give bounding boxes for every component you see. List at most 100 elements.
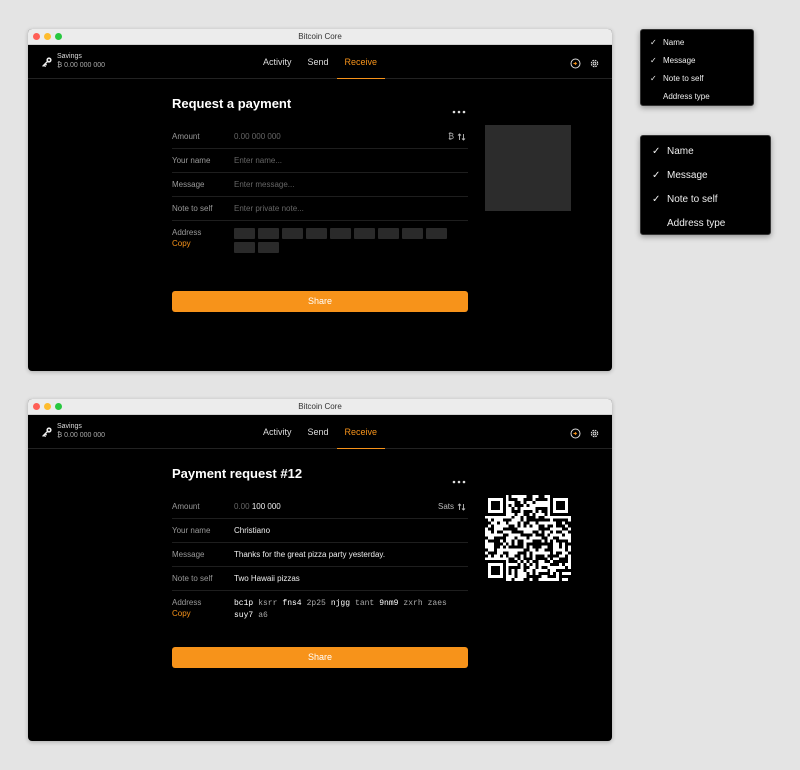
amount-label: Amount xyxy=(172,502,200,511)
window-title: Bitcoin Core xyxy=(298,32,342,41)
address-chunk: fns4 xyxy=(282,599,302,608)
tab-receive[interactable]: Receive xyxy=(336,45,386,79)
share-button[interactable]: Share xyxy=(172,291,468,312)
gear-icon[interactable] xyxy=(589,56,600,68)
copy-button[interactable]: Copy xyxy=(172,609,234,618)
address-chunk: a6 xyxy=(258,611,268,620)
menu-item-label: Message xyxy=(667,169,708,181)
navbar: Savings ₿ 0.00 000 000 Activity Send Rec… xyxy=(28,45,612,79)
menu-item-note-to-self[interactable]: ✓ Note to self xyxy=(641,187,770,211)
message-label: Message xyxy=(172,180,205,189)
window-payment-request: Bitcoin Core Savings ₿ 0.00 000 000 Acti… xyxy=(28,399,612,741)
address-label: Address xyxy=(172,598,202,607)
amount-value[interactable]: 0.00 100 000 xyxy=(234,502,468,511)
checkmark-icon: ✓ xyxy=(652,193,661,205)
address-block xyxy=(402,228,423,239)
message-input[interactable]: Enter message... xyxy=(234,180,468,189)
payment-request-details: Amount 0.00 100 000 Sats Your name Chris… xyxy=(172,495,468,622)
address-block xyxy=(258,242,279,253)
menu-item-note-to-self[interactable]: ✓ Note to self xyxy=(641,69,753,87)
checkmark-icon: ✓ xyxy=(652,169,661,181)
name-row: Your name Enter name... xyxy=(172,149,468,173)
menu-item-label: Address type xyxy=(663,91,710,101)
note-label: Note to self xyxy=(172,204,213,213)
address-block xyxy=(234,228,255,239)
name-label: Your name xyxy=(172,156,211,165)
checkmark-icon: ✓ xyxy=(650,37,657,47)
amount-row: Amount 0.00 000 000 ₿ xyxy=(172,125,468,149)
checkmark-icon: ✓ xyxy=(650,73,657,83)
tab-send[interactable]: Send xyxy=(299,415,336,449)
menu-item-name[interactable]: ✓ Name xyxy=(641,33,753,51)
request-form: Amount 0.00 000 000 ₿ Your name Enter na… xyxy=(172,125,468,253)
unit-toggle[interactable]: Sats xyxy=(438,502,466,511)
more-icon[interactable] xyxy=(452,101,466,114)
menu-item-label: Note to self xyxy=(667,193,718,205)
page-title: Request a payment xyxy=(172,96,292,111)
note-input[interactable]: Enter private note... xyxy=(234,204,468,213)
menu-item-address-type[interactable]: Address type xyxy=(641,87,753,105)
tab-receive[interactable]: Receive xyxy=(336,415,386,449)
menu-item-message[interactable]: ✓ Message xyxy=(641,51,753,69)
name-label: Your name xyxy=(172,526,211,535)
address-block xyxy=(426,228,447,239)
qr-modules xyxy=(485,495,571,581)
window-request-payment: Bitcoin Core Savings ₿ 0.00 000 000 Acti… xyxy=(28,29,612,371)
display-options-menu-small: ✓ Name ✓ Message ✓ Note to self Address … xyxy=(640,29,754,106)
address-block xyxy=(258,228,279,239)
address-chunk: 2p25 xyxy=(306,599,326,608)
address-chunk: bc1p xyxy=(234,599,254,608)
address-chunk: 9nm9 xyxy=(379,599,399,608)
message-value: Thanks for the great pizza party yesterd… xyxy=(234,550,386,559)
address-label: Address xyxy=(172,228,202,237)
message-label: Message xyxy=(172,550,205,559)
navbar: Savings ₿ 0.00 000 000 Activity Send Rec… xyxy=(28,415,612,449)
address-block xyxy=(282,228,303,239)
menu-item-label: Message xyxy=(663,55,696,65)
address-block xyxy=(306,228,327,239)
qr-code xyxy=(485,495,571,581)
more-icon[interactable] xyxy=(452,471,466,484)
tab-send[interactable]: Send xyxy=(299,45,336,79)
menu-item-label: Note to self xyxy=(663,73,704,83)
address-row: Address Copy bc1p ksrr fns4 2p25 njgg tant 9nm… xyxy=(172,591,468,622)
address-chunk: suy7 xyxy=(234,611,254,620)
unit-toggle[interactable]: ₿ xyxy=(448,132,466,141)
address-value[interactable]: bc1p ksrr fns4 2p25 njgg tant 9nm9 zxrh zaes suy7… xyxy=(234,598,464,622)
address-chunk: tant xyxy=(355,599,375,608)
window-title: Bitcoin Core xyxy=(298,402,342,411)
message-row: Message Enter message... xyxy=(172,173,468,197)
display-options-menu-large: ✓ Name ✓ Message ✓ Note to self Address … xyxy=(640,135,771,235)
amount-input[interactable]: 0.00 000 000 xyxy=(234,132,468,141)
swap-arrows-icon xyxy=(457,502,466,511)
name-input[interactable]: Enter name... xyxy=(234,156,468,165)
note-row: Note to self Enter private note... xyxy=(172,197,468,221)
note-label: Note to self xyxy=(172,574,213,583)
sync-icon[interactable] xyxy=(570,56,581,69)
gear-icon[interactable] xyxy=(589,426,600,438)
titlebar: Bitcoin Core xyxy=(28,29,612,45)
address-block xyxy=(378,228,399,239)
swap-arrows-icon xyxy=(457,132,466,141)
menu-item-address-type[interactable]: Address type xyxy=(641,211,770,235)
share-button[interactable]: Share xyxy=(172,647,468,668)
amount-prefix: 0.00 xyxy=(234,502,250,511)
tab-activity[interactable]: Activity xyxy=(255,415,300,449)
tab-activity[interactable]: Activity xyxy=(255,45,300,79)
name-value: Christiano xyxy=(234,526,271,535)
menu-item-message[interactable]: ✓ Message xyxy=(641,163,770,187)
menu-item-name[interactable]: ✓ Name xyxy=(641,139,770,163)
note-value: Two Hawaii pizzas xyxy=(234,574,300,583)
amount-label: Amount xyxy=(172,132,200,141)
address-placeholder xyxy=(234,228,454,253)
address-chunk: ksrr xyxy=(258,599,278,608)
sync-icon[interactable] xyxy=(570,426,581,439)
address-block xyxy=(330,228,351,239)
qr-code-placeholder xyxy=(485,125,571,211)
message-row: Message Thanks for the great pizza party… xyxy=(172,543,468,567)
address-row: Address Copy xyxy=(172,221,468,253)
page-title: Payment request #12 xyxy=(172,466,303,481)
unit-label: ₿ xyxy=(448,132,454,141)
copy-button[interactable]: Copy xyxy=(172,239,234,248)
amount-row: Amount 0.00 100 000 Sats xyxy=(172,495,468,519)
